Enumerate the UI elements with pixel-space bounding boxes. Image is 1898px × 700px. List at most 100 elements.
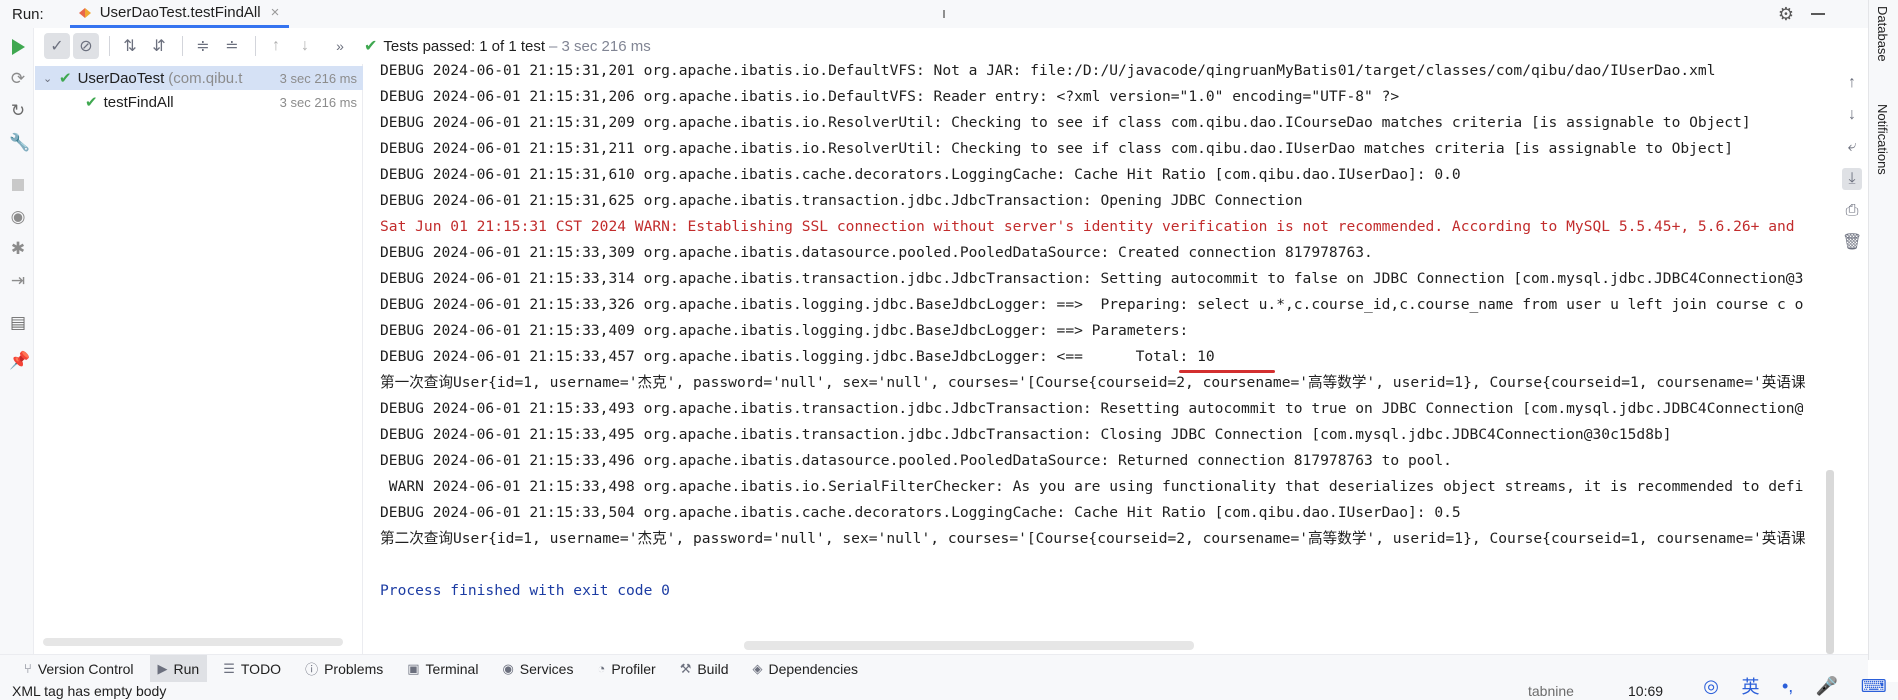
ime-toolbar: ◎ 英 •, 🎤 ⌨ bbox=[1692, 672, 1898, 700]
expand-all-icon[interactable]: ≑ bbox=[190, 33, 216, 59]
log-line: DEBUG 2024-06-01 21:15:31,209 org.apache… bbox=[380, 114, 1751, 131]
wrench-icon[interactable]: 🔧 bbox=[9, 134, 30, 152]
info-icon: ⓘ bbox=[305, 662, 319, 677]
tool-label: Terminal bbox=[425, 660, 479, 677]
tool-todo[interactable]: ☰ TODO bbox=[215, 655, 289, 683]
print-icon[interactable]: ⎙ bbox=[1842, 200, 1862, 222]
tool-problems[interactable]: ⓘ Problems bbox=[297, 655, 391, 683]
tool-label: Run bbox=[173, 660, 200, 677]
tree-node-time: 3 sec 216 ms bbox=[279, 94, 357, 110]
tree-horizontal-scrollbar[interactable] bbox=[43, 638, 343, 646]
console-vertical-scrollbar[interactable] bbox=[1826, 470, 1834, 654]
show-passed-icon[interactable]: ✓ bbox=[44, 33, 70, 59]
database-tool-button[interactable]: Database bbox=[1875, 6, 1890, 62]
tool-label: Version Control bbox=[37, 660, 134, 677]
tool-window-bar: ⑂ Version Control ▶ Run ☰ TODO ⓘ Problems ▣ T… bbox=[0, 654, 1868, 683]
run-left-toolbar: ⟳ ↻ 🔧 ◉ ✱ ⇥ ▤ 📌 bbox=[0, 28, 34, 654]
console-horizontal-scrollbar[interactable] bbox=[744, 641, 1194, 650]
scroll-to-end-icon[interactable]: ⤓ bbox=[1842, 168, 1862, 190]
next-test-icon[interactable]: ↓ bbox=[292, 33, 318, 59]
tool-build[interactable]: ⚒ Build bbox=[672, 655, 737, 683]
run-label: Run: bbox=[12, 5, 44, 23]
console-output[interactable]: DEBUG 2024-06-01 21:15:31,201 org.apache… bbox=[364, 64, 1824, 654]
tool-run[interactable]: ▶ Run bbox=[149, 654, 208, 683]
tool-terminal[interactable]: ▣ Terminal bbox=[399, 655, 486, 683]
play-icon bbox=[12, 39, 25, 55]
log-line: WARN 2024-06-01 21:15:33,498 org.apache.… bbox=[380, 478, 1804, 495]
tree-node-time: 3 sec 216 ms bbox=[275, 70, 357, 86]
cursor-position[interactable]: 10:69 bbox=[1628, 682, 1663, 700]
log-line: DEBUG 2024-06-01 21:15:31,625 org.apache… bbox=[380, 192, 1303, 209]
log-line: DEBUG 2024-06-01 21:15:33,309 org.apache… bbox=[380, 244, 1373, 261]
microphone-icon[interactable]: 🎤 bbox=[1816, 676, 1838, 697]
test-tree: ⌄ ✔ UserDaoTest (com.qibu.t 3 sec 216 ms… bbox=[35, 64, 363, 654]
tool-version-control[interactable]: ⑂ Version Control bbox=[16, 655, 142, 683]
pin-icon[interactable]: 📌 bbox=[9, 352, 30, 370]
ime-logo-icon[interactable]: ◎ bbox=[1703, 676, 1719, 697]
soft-wrap-icon[interactable]: ⤶ bbox=[1842, 136, 1862, 158]
tree-node-label: UserDaoTest bbox=[77, 69, 165, 87]
rerun-failed-icon[interactable]: ⟳ bbox=[9, 70, 27, 88]
hammer-icon: ⚒ bbox=[679, 660, 692, 676]
chevron-down-icon[interactable]: ⌄ bbox=[43, 72, 59, 85]
status-duration: – 3 sec 216 ms bbox=[549, 37, 651, 55]
tool-profiler[interactable]: ◔ Profiler bbox=[589, 655, 663, 683]
tool-label: Profiler bbox=[611, 660, 656, 677]
stop-button[interactable] bbox=[9, 176, 27, 194]
run-config-tab[interactable]: UserDaoTest.testFindAll × bbox=[69, 0, 290, 28]
branch-icon: ⑂ bbox=[24, 661, 32, 676]
tool-label: Build bbox=[697, 660, 729, 677]
tool-label: TODO bbox=[240, 660, 282, 677]
list-icon: ☰ bbox=[223, 660, 235, 676]
more-actions-icon[interactable]: » bbox=[327, 33, 353, 59]
close-icon[interactable]: × bbox=[271, 4, 280, 21]
layout-icon[interactable]: ▤ bbox=[9, 314, 27, 332]
minimize-button[interactable] bbox=[1806, 2, 1830, 26]
tab-title: UserDaoTest.testFindAll bbox=[99, 4, 261, 21]
check-icon: ✔ bbox=[364, 38, 378, 55]
camera-icon[interactable]: ◉ bbox=[9, 208, 27, 226]
exit-icon[interactable]: ⇥ bbox=[9, 272, 27, 290]
sort-alpha-icon[interactable]: ⇅ bbox=[117, 33, 143, 59]
tree-node-label: testFindAll bbox=[103, 93, 174, 111]
trash-icon[interactable]: 🗑 bbox=[1842, 232, 1862, 254]
arrow-down-icon[interactable]: ↓ bbox=[1842, 104, 1862, 126]
ime-language[interactable]: 英 bbox=[1741, 673, 1759, 699]
toolbar-separator bbox=[109, 36, 110, 56]
status-passed: Tests passed: 1 bbox=[383, 37, 488, 55]
log-line: 第二次查询User{id=1, username='杰克', password=… bbox=[380, 530, 1806, 547]
punctuation-icon[interactable]: •, bbox=[1782, 676, 1793, 697]
tool-label: Services bbox=[519, 660, 574, 677]
previous-test-icon[interactable]: ↑ bbox=[263, 33, 289, 59]
tree-node-child[interactable]: ✔ testFindAll 3 sec 216 ms bbox=[35, 90, 363, 114]
toggle-auto-test-icon[interactable]: ↻ bbox=[9, 102, 27, 120]
status-message: XML tag has empty body bbox=[12, 683, 167, 699]
notifications-tool-button[interactable]: Notifications bbox=[1875, 104, 1890, 175]
log-line: DEBUG 2024-06-01 21:15:33,457 org.apache… bbox=[380, 348, 1215, 365]
debug-icon[interactable]: ✱ bbox=[9, 240, 27, 258]
layers-icon: ◈ bbox=[752, 660, 763, 676]
gear-icon[interactable]: ⚙ bbox=[1774, 2, 1798, 26]
process-exit-line: Process finished with exit code 0 bbox=[380, 582, 670, 599]
show-ignored-icon[interactable]: ⊘ bbox=[73, 33, 99, 59]
log-line: DEBUG 2024-06-01 21:15:33,496 org.apache… bbox=[380, 452, 1452, 469]
tabnine-status[interactable]: tabnine bbox=[1528, 682, 1574, 700]
arrow-up-icon[interactable]: ↑ bbox=[1842, 72, 1862, 94]
rerun-button[interactable] bbox=[9, 38, 27, 56]
keyboard-icon[interactable]: ⌨ bbox=[1861, 676, 1887, 697]
log-line: DEBUG 2024-06-01 21:15:33,504 org.apache… bbox=[380, 504, 1461, 521]
log-line: DEBUG 2024-06-01 21:15:31,206 org.apache… bbox=[380, 88, 1400, 105]
tree-node-root[interactable]: ⌄ ✔ UserDaoTest (com.qibu.t 3 sec 216 ms bbox=[35, 66, 363, 90]
log-line: DEBUG 2024-06-01 21:15:33,409 org.apache… bbox=[380, 322, 1198, 339]
tool-dependencies[interactable]: ◈ Dependencies bbox=[744, 655, 866, 683]
sort-duration-icon[interactable]: ⇵ bbox=[146, 33, 172, 59]
collapse-all-icon[interactable]: ≐ bbox=[219, 33, 245, 59]
test-status: ✔ Tests passed: 1 of 1 test – 3 sec 216 … bbox=[364, 36, 651, 56]
log-line: DEBUG 2024-06-01 21:15:33,326 org.apache… bbox=[380, 296, 1804, 313]
tool-label: Problems bbox=[324, 660, 384, 677]
drag-handle[interactable] bbox=[943, 10, 945, 18]
run-title-bar: Run: UserDaoTest.testFindAll × ⚙ bbox=[0, 0, 1868, 28]
tool-services[interactable]: ◉ Services bbox=[494, 655, 581, 683]
toolbar-separator bbox=[182, 36, 183, 56]
stop-icon bbox=[12, 179, 24, 191]
